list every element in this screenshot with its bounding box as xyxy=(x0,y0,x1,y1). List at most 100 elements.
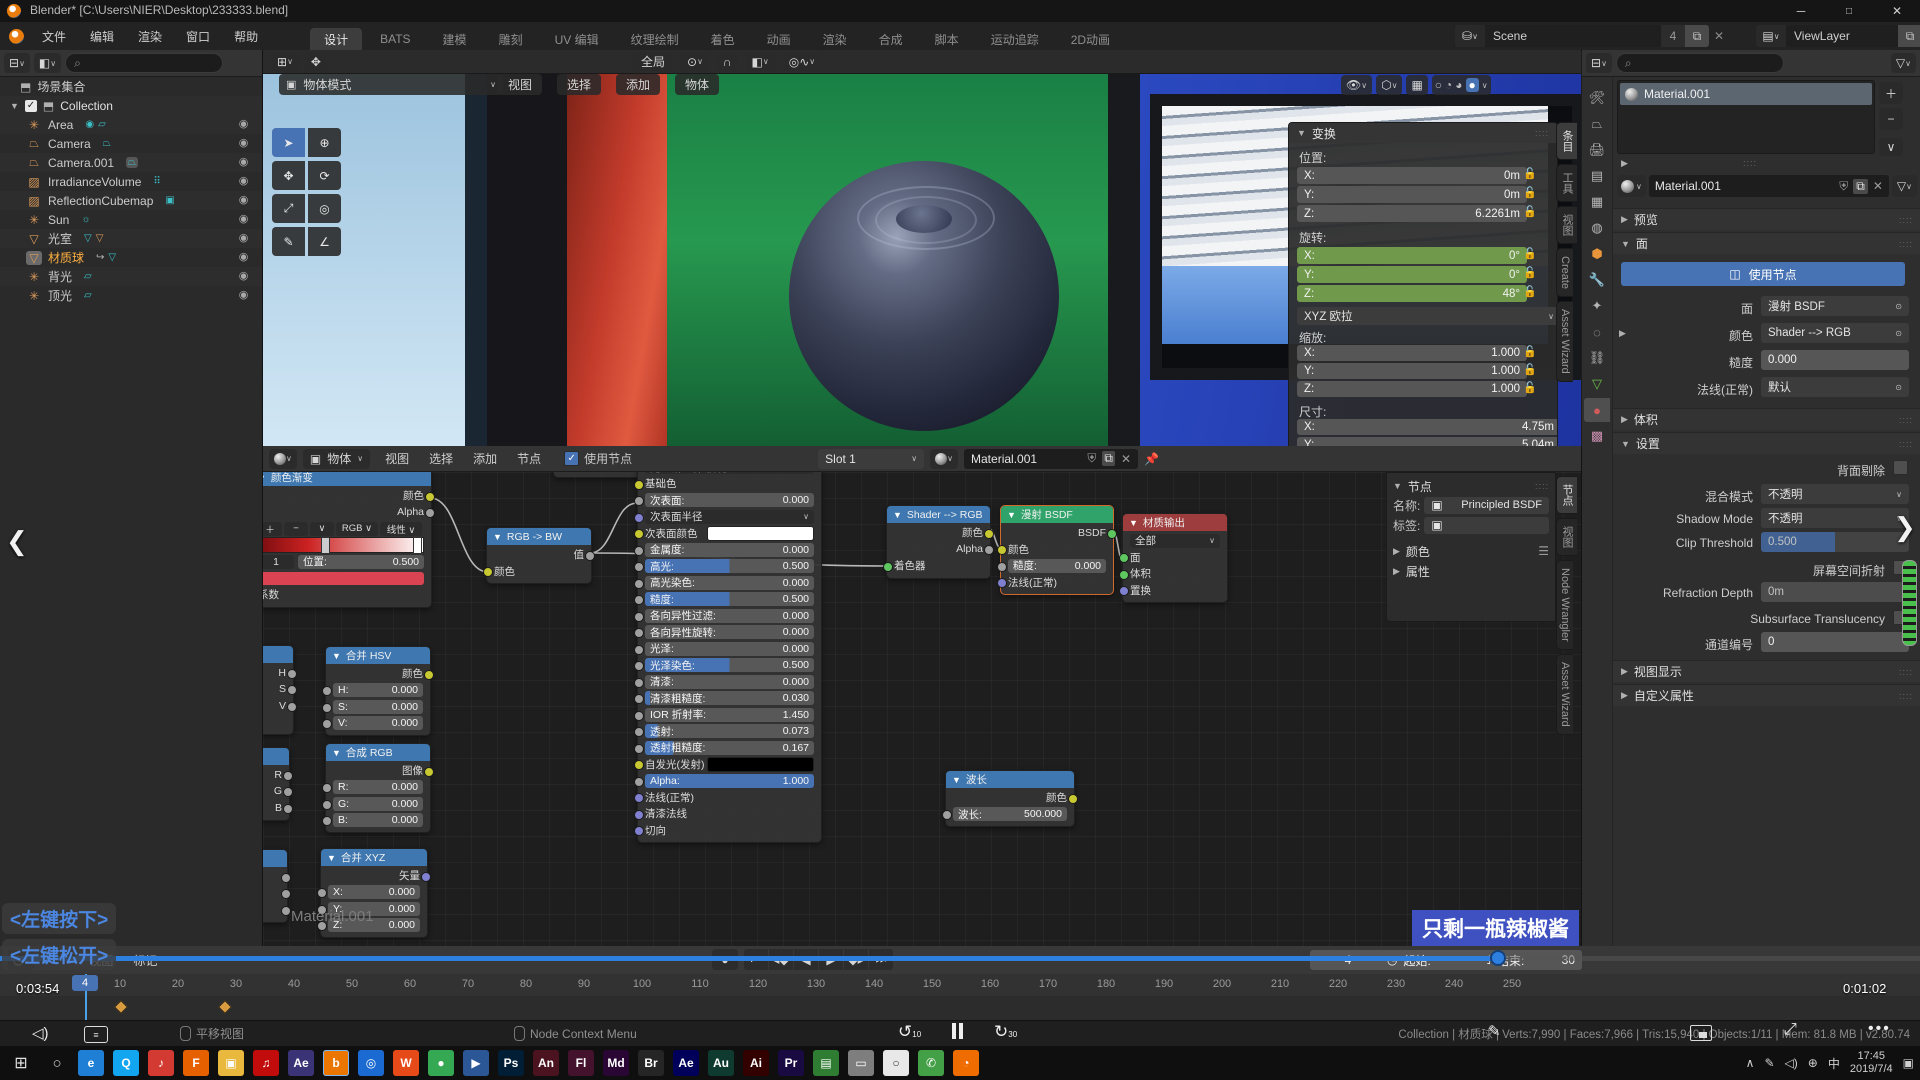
remove-slot-button[interactable]: − xyxy=(1879,108,1903,130)
outliner-item-材质球[interactable]: 材质球 xyxy=(48,249,84,266)
menu-渲染[interactable]: 渲染 xyxy=(126,22,174,50)
slot-dropdown[interactable]: Slot 1∨ xyxy=(818,449,924,469)
timeline-track[interactable] xyxy=(0,996,1920,1020)
properties-search-input[interactable]: ⌕ xyxy=(1616,53,1784,73)
transform-field-X[interactable]: X:1.000 xyxy=(1297,345,1527,361)
node-row[interactable] xyxy=(263,886,280,900)
node-sep-hsv[interactable]: ▼HSV xyxy=(263,645,294,735)
node-row[interactable]: 法线(正常) xyxy=(1008,575,1106,589)
snap-target-icon[interactable]: ◧∨ xyxy=(746,52,775,71)
shader-mode-dropdown[interactable]: ▣物体∨ xyxy=(303,449,370,469)
transform-field-Z[interactable]: Z:48° xyxy=(1297,285,1527,302)
sidebar-tab-Asset Wizard[interactable]: Asset Wizard xyxy=(1556,654,1573,735)
node-row[interactable]: 着色器 xyxy=(894,559,983,573)
shader-menu-视图[interactable]: 视图 xyxy=(376,449,418,469)
node-row[interactable]: IOR 折射率:1.450 xyxy=(645,708,814,722)
tool-options-icon[interactable]: ⊞∨ xyxy=(271,52,299,71)
taskbar-app-15[interactable]: Md xyxy=(603,1050,629,1076)
value-slider[interactable]: H:0.000 xyxy=(333,683,423,697)
node-row[interactable]: 光泽:0.000 xyxy=(645,642,814,656)
player-forward30-icon[interactable]: ↻30 xyxy=(994,1022,1017,1042)
clock[interactable]: 17:45 2019/7/4 xyxy=(1850,1050,1893,1076)
socket-yellow[interactable] xyxy=(424,670,434,680)
workspace-tab-设计[interactable]: 设计 xyxy=(310,28,362,50)
slot-menu-button[interactable]: ∨ xyxy=(1879,138,1903,156)
playhead-frame-badge[interactable]: 4 xyxy=(72,975,98,991)
node-ramp[interactable]: ▼颜色渐变颜色Alpha＋−∨RGB ∨线性 ∨1位置:0.500系数 xyxy=(263,468,432,608)
node-row[interactable]: S:0.000 xyxy=(333,700,423,714)
player-rewind10-icon[interactable]: ↺10 xyxy=(898,1022,921,1042)
value-slider[interactable]: 清漆:0.000 xyxy=(645,675,814,689)
socket-gray[interactable] xyxy=(322,800,332,810)
transform-field-X[interactable]: X:0° xyxy=(1297,247,1527,264)
node-row[interactable]: H xyxy=(263,666,286,680)
taskbar-app-7[interactable]: b xyxy=(323,1050,349,1076)
shader-menu-选择[interactable]: 选择 xyxy=(420,449,462,469)
outliner-row[interactable]: ✳顶光▱◉ xyxy=(0,286,262,305)
taskbar-app-10[interactable]: ● xyxy=(428,1050,454,1076)
node-row[interactable]: 清漆粗糙度:0.030 xyxy=(645,691,814,705)
outliner-item-IrradianceVolume[interactable]: IrradianceVolume xyxy=(48,175,141,189)
socket-gray[interactable] xyxy=(942,810,952,820)
transform-field-Z[interactable]: Z:1.000 xyxy=(1297,381,1527,397)
visibility-eye-icon[interactable]: ◉ xyxy=(237,118,250,131)
sidebar-tab-条目[interactable]: 条目 xyxy=(1556,122,1577,160)
properties-tab-9[interactable]: ◌ xyxy=(1584,320,1610,344)
node-output[interactable]: ▼材质输出全部∨面体积置换 xyxy=(1122,513,1228,603)
socket-gray[interactable] xyxy=(425,508,435,518)
properties-tab-7[interactable]: 🔧 xyxy=(1584,268,1610,292)
properties-tab-12[interactable]: ● xyxy=(1584,398,1610,422)
ramp-handle[interactable] xyxy=(413,537,422,554)
timeline-ruler[interactable]: 1020304050607080901001101201301401501601… xyxy=(0,974,1920,997)
node-header[interactable]: ▼RGB -> BW xyxy=(487,528,591,545)
viewlayer-selector[interactable]: ▤∨ ViewLayer ⧉ ✕ xyxy=(1756,25,1920,47)
lock-icon[interactable]: 🔓 xyxy=(1523,345,1537,358)
node-row[interactable]: 清漆:0.000 xyxy=(645,675,814,689)
socket-gray[interactable] xyxy=(634,628,644,638)
workspace-tab-雕刻[interactable]: 雕刻 xyxy=(485,28,537,50)
outliner-item-Sun[interactable]: Sun xyxy=(48,213,69,227)
node-row[interactable]: Alpha xyxy=(894,542,983,556)
value-slider[interactable]: 糙度:0.000 xyxy=(1008,559,1106,573)
lock-icon[interactable]: 🔓 xyxy=(1523,247,1537,260)
node-row[interactable]: 颜色 xyxy=(494,564,584,578)
mode-dropdown[interactable]: ▣ 物体模式 ∨ xyxy=(279,74,503,95)
menu-文件[interactable]: 文件 xyxy=(30,22,78,50)
value-slider[interactable]: 波长:500.000 xyxy=(953,807,1067,821)
menu-窗口[interactable]: 窗口 xyxy=(174,22,222,50)
sidebar-tab-工具[interactable]: 工具 xyxy=(1556,164,1577,202)
material-slot-list[interactable]: Material.001 xyxy=(1617,80,1875,154)
node-row[interactable]: 次表面:0.000 xyxy=(645,493,814,507)
value-slider[interactable]: 次表面:0.000 xyxy=(645,493,814,507)
menu-帮助[interactable]: 帮助 xyxy=(222,22,270,50)
taskbar-app-2[interactable]: ♪ xyxy=(148,1050,174,1076)
surface-1[interactable]: Shader --> RGB⊙ xyxy=(1761,323,1909,343)
player-subtitle-icon[interactable]: ≡ xyxy=(84,1026,108,1043)
node-row[interactable]: 颜色 xyxy=(1008,542,1106,556)
node-row[interactable]: 波长:500.000 xyxy=(953,807,1067,821)
player-fullscreen-icon[interactable]: ⤢ xyxy=(1784,1021,1797,1039)
node-row[interactable]: G:0.000 xyxy=(333,797,423,811)
properties-tab-5[interactable]: ◍ xyxy=(1584,216,1610,240)
node-row[interactable]: 颜色 xyxy=(894,526,983,540)
outliner-row[interactable]: ▽光室▽▽◉ xyxy=(0,229,262,248)
socket-gray[interactable] xyxy=(984,545,994,555)
viewport-editor[interactable]: ⊞∨ ✥ 全局 ⊙∨ ∩ ◧∨ ◎∿∨ ▣ 物体模式 ∨ 视图 xyxy=(263,50,1581,448)
workspace-tab-着色[interactable]: 着色 xyxy=(697,28,749,50)
ramp-control[interactable]: ∨ xyxy=(310,522,334,536)
socket-gray[interactable] xyxy=(634,546,644,556)
visibility-eye-icon[interactable]: ◉ xyxy=(237,175,250,188)
ramp-control[interactable]: 线性 ∨ xyxy=(380,522,422,536)
expand-arrow-icon[interactable]: ▼ xyxy=(10,101,19,111)
taskbar-app-9[interactable]: W xyxy=(393,1050,419,1076)
copy-icon[interactable]: ⧉ xyxy=(1853,179,1868,194)
workspace-tab-UV 编辑[interactable]: UV 编辑 xyxy=(541,28,613,50)
close-button[interactable]: ✕ xyxy=(1874,0,1920,22)
socket-green[interactable] xyxy=(1119,553,1129,563)
use-nodes-button[interactable]: ◫使用节点 xyxy=(1621,262,1905,286)
player-progress-bar[interactable] xyxy=(0,956,1920,961)
socket-gray[interactable] xyxy=(997,562,1007,572)
tray-volume-icon[interactable]: ◁) xyxy=(1785,1056,1798,1070)
viewport-menu-视图[interactable]: 视图 xyxy=(498,74,542,95)
properties-tab-13[interactable]: ▩ xyxy=(1584,424,1610,448)
